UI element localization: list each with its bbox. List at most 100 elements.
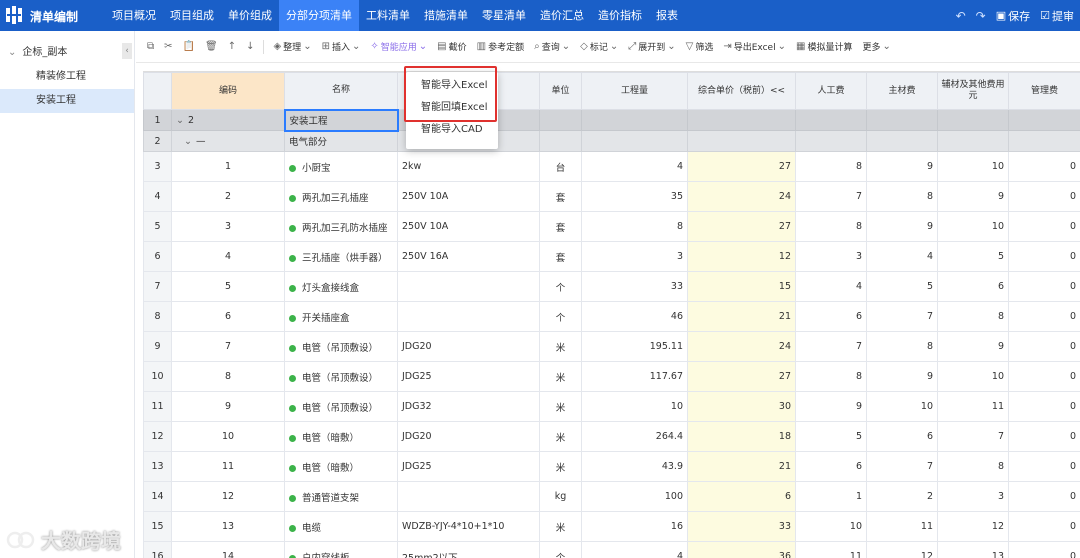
col-main-material[interactable]: 主材费 <box>866 72 938 110</box>
col-labor[interactable]: 人工费 <box>795 72 867 110</box>
code-cell[interactable]: 11 <box>171 451 285 482</box>
qty-cell[interactable]: 4 <box>581 151 688 182</box>
code-cell[interactable]: 10 <box>171 421 285 452</box>
table-row[interactable]: 4 2 两孔加三孔插座 250V 10A 套 35 24 7 8 9 0 <box>143 181 1080 212</box>
cell[interactable] <box>795 109 867 131</box>
unit-cell[interactable]: 个 <box>539 541 582 558</box>
unit-cell[interactable]: 米 <box>539 331 582 362</box>
main-material-cell[interactable]: 8 <box>866 181 938 212</box>
table-row[interactable]: 15 13 电缆 WDZB-YJY-4*10+1*10 米 16 33 10 11 12 0 <box>143 511 1080 542</box>
ref-quota-button[interactable]: ▥ 参考定额 <box>472 40 529 53</box>
qty-cell[interactable]: 33 <box>581 271 688 302</box>
mgmt-cell[interactable]: 0 <box>1008 151 1080 182</box>
paste-icon[interactable]: 📋 <box>178 41 200 52</box>
col-aux-material[interactable]: 辅材及其他费用元 <box>937 72 1009 110</box>
mgmt-cell[interactable]: 0 <box>1008 181 1080 212</box>
table-row[interactable]: 9 7 电管（吊顶敷设） JDG20 米 195.11 24 7 8 9 0 <box>143 331 1080 362</box>
cell[interactable] <box>539 109 582 131</box>
qty-cell[interactable]: 10 <box>581 391 688 422</box>
qty-cell[interactable]: 43.9 <box>581 451 688 482</box>
unit-price-cell[interactable]: 30 <box>687 391 796 422</box>
aux-material-cell[interactable]: 10 <box>937 361 1009 392</box>
qty-cell[interactable]: 46 <box>581 301 688 332</box>
unit-cell[interactable]: 台 <box>539 151 582 182</box>
code-cell[interactable]: 13 <box>171 511 285 542</box>
aux-material-cell[interactable]: 3 <box>937 481 1009 512</box>
query-button[interactable]: ⌕ 查询 ⌄ <box>529 40 575 53</box>
unit-cell[interactable]: 米 <box>539 391 582 422</box>
aux-material-cell[interactable]: 9 <box>937 181 1009 212</box>
unit-price-cell[interactable]: 15 <box>687 271 796 302</box>
main-material-cell[interactable]: 7 <box>866 451 938 482</box>
table-row[interactable]: 16 14 户内穿线板 25mm2以下个 4 36 11 12 13 0 <box>143 541 1080 558</box>
aux-material-cell[interactable]: 5 <box>937 241 1009 272</box>
export-excel-button[interactable]: ⇥ 导出Excel ⌄ <box>718 40 791 53</box>
table-row[interactable]: 6 4 三孔插座（烘手器） 250V 16A 套 3 12 3 4 5 0 <box>143 241 1080 272</box>
code-cell[interactable]: 5 <box>171 271 285 302</box>
unit-cell[interactable]: 个 <box>539 271 582 302</box>
mgmt-cell[interactable]: 0 <box>1008 421 1080 452</box>
labor-cell[interactable]: 8 <box>795 151 867 182</box>
name-cell[interactable]: 普通管道支架 <box>284 481 398 512</box>
main-material-cell[interactable]: 7 <box>866 301 938 332</box>
submit-review-button[interactable]: ☑ 提审 <box>1040 8 1074 24</box>
cell[interactable] <box>539 130 582 152</box>
mgmt-cell[interactable]: 0 <box>1008 331 1080 362</box>
name-cell[interactable]: 三孔插座（烘手器） <box>284 241 398 272</box>
spec-cell[interactable]: JDG32 <box>397 391 540 422</box>
table-row[interactable]: 14 12 普通管道支架 kg 100 6 1 2 3 0 <box>143 481 1080 512</box>
unit-price-cell[interactable]: 12 <box>687 241 796 272</box>
cell[interactable] <box>581 130 688 152</box>
cell[interactable] <box>687 109 796 131</box>
tree-root-node[interactable]: ⌄ 企标_副本 <box>0 41 134 65</box>
tree-item-fitout[interactable]: 精装修工程 <box>0 65 134 89</box>
chevron-down-icon[interactable]: ⌄ <box>184 136 192 147</box>
name-cell[interactable]: 电缆 <box>284 511 398 542</box>
cell[interactable] <box>1008 109 1080 131</box>
main-material-cell[interactable]: 4 <box>866 241 938 272</box>
unit-cell[interactable]: 个 <box>539 301 582 332</box>
mgmt-cell[interactable]: 0 <box>1008 301 1080 332</box>
code-cell[interactable]: 9 <box>171 391 285 422</box>
qty-cell[interactable]: 8 <box>581 211 688 242</box>
col-unit-price[interactable]: 综合单价（税前）<< <box>687 72 796 110</box>
spec-cell[interactable]: 250V 16A <box>397 241 540 272</box>
code-cell[interactable]: 8 <box>171 361 285 392</box>
qty-cell[interactable]: 117.67 <box>581 361 688 392</box>
unit-cell[interactable]: 米 <box>539 421 582 452</box>
aux-material-cell[interactable]: 8 <box>937 301 1009 332</box>
spec-cell[interactable]: 25mm2以下 <box>397 541 540 558</box>
spec-cell[interactable]: 250V 10A <box>397 181 540 212</box>
mgmt-cell[interactable]: 0 <box>1008 271 1080 302</box>
mark-button[interactable]: ◇ 标记 ⌄ <box>575 40 623 53</box>
col-mgmt[interactable]: 管理费 <box>1008 72 1080 110</box>
col-unit[interactable]: 单位 <box>539 72 582 110</box>
tab-project-composition[interactable]: 项目组成 <box>163 0 221 31</box>
code-cell[interactable]: 3 <box>171 211 285 242</box>
group-row[interactable]: 1 ⌄ 2 安装工程 <box>143 108 1080 132</box>
code-cell[interactable]: 1 <box>171 151 285 182</box>
aux-material-cell[interactable]: 6 <box>937 271 1009 302</box>
move-up-icon[interactable]: ↑ <box>223 41 241 52</box>
delete-icon[interactable]: 🗑 <box>200 41 223 52</box>
table-row[interactable]: 11 9 电管（吊顶敷设） JDG32 米 10 30 9 10 11 0 <box>143 391 1080 422</box>
labor-cell[interactable]: 9 <box>795 391 867 422</box>
collapse-sidebar-button[interactable]: ‹ <box>122 43 132 59</box>
organize-button[interactable]: ◈ 整理 ⌄ <box>268 40 316 53</box>
main-material-cell[interactable]: 9 <box>866 211 938 242</box>
tab-misc-bill[interactable]: 零星清单 <box>475 0 533 31</box>
aux-material-cell[interactable]: 13 <box>937 541 1009 558</box>
qty-cell[interactable]: 16 <box>581 511 688 542</box>
table-row[interactable]: 5 3 两孔加三孔防水插座 250V 10A 套 8 27 8 9 10 0 <box>143 211 1080 242</box>
unit-price-cell[interactable]: 24 <box>687 331 796 362</box>
code-cell[interactable]: 6 <box>171 301 285 332</box>
spec-cell[interactable]: JDG25 <box>397 361 540 392</box>
name-cell[interactable]: 电管（暗敷） <box>284 451 398 482</box>
main-material-cell[interactable]: 5 <box>866 271 938 302</box>
main-material-cell[interactable]: 12 <box>866 541 938 558</box>
tab-unit-price-composition[interactable]: 单价组成 <box>221 0 279 31</box>
main-material-cell[interactable]: 9 <box>866 151 938 182</box>
undo-icon[interactable]: ↶ <box>956 9 966 23</box>
unit-cell[interactable]: 套 <box>539 241 582 272</box>
tab-sub-item-bill[interactable]: 分部分项清单 <box>279 0 359 31</box>
